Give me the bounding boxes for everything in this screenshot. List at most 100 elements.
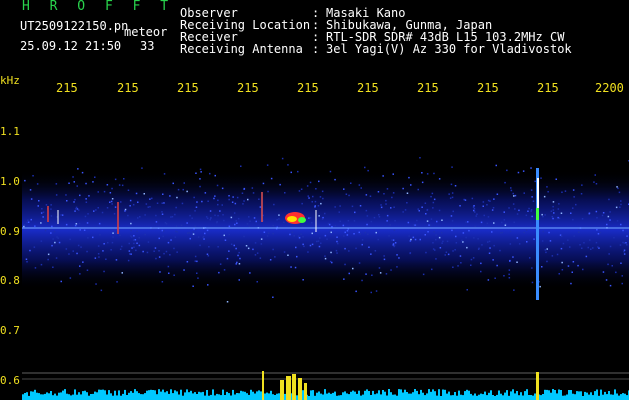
- strip-bar: [624, 393, 626, 400]
- noise-pixel: [378, 214, 380, 216]
- noise-pixel: [552, 217, 554, 220]
- noise-pixel: [228, 225, 231, 228]
- noise-pixel: [572, 207, 574, 209]
- noise-pixel: [34, 267, 37, 269]
- noise-pixel: [499, 249, 501, 252]
- noise-pixel: [283, 251, 286, 253]
- strip-bar: [192, 393, 194, 400]
- noise-pixel: [144, 214, 146, 216]
- noise-pixel: [32, 175, 34, 177]
- noise-pixel: [177, 188, 180, 191]
- noise-pixel: [194, 228, 197, 231]
- strip-bar: [144, 393, 146, 400]
- noise-pixel: [348, 194, 350, 197]
- noise-pixel: [623, 242, 626, 244]
- noise-pixel: [287, 164, 289, 166]
- noise-pixel: [534, 180, 536, 183]
- strip-peak: [304, 383, 307, 400]
- noise-pixel: [580, 193, 583, 195]
- noise-pixel: [587, 246, 589, 249]
- noise-pixel: [86, 250, 88, 253]
- strip-bar: [252, 391, 254, 400]
- noise-pixel: [321, 190, 324, 193]
- noise-pixel: [311, 232, 313, 235]
- noise-pixel: [68, 182, 70, 184]
- noise-pixel: [553, 212, 555, 214]
- noise-pixel: [431, 268, 433, 271]
- strip-bar: [216, 393, 218, 400]
- noise-pixel: [258, 198, 260, 200]
- meteor-streak: [536, 208, 539, 220]
- noise-pixel: [167, 265, 170, 268]
- strip-bar: [444, 389, 446, 400]
- noise-pixel: [103, 243, 105, 245]
- noise-pixel: [406, 192, 409, 194]
- strip-bar: [108, 390, 110, 400]
- noise-pixel: [97, 253, 100, 255]
- strip-bar: [56, 395, 58, 400]
- strip-peak: [536, 372, 539, 400]
- noise-pixel: [505, 223, 507, 225]
- noise-pixel: [626, 244, 628, 246]
- strip-bar: [440, 396, 442, 400]
- noise-pixel: [620, 223, 622, 226]
- noise-pixel: [472, 206, 475, 208]
- strip-bar: [472, 395, 474, 400]
- strip-bar: [122, 393, 124, 400]
- noise-pixel: [512, 203, 515, 205]
- noise-pixel: [23, 223, 26, 226]
- noise-pixel: [509, 243, 512, 245]
- noise-pixel: [339, 220, 341, 223]
- noise-pixel: [207, 284, 209, 286]
- noise-pixel: [552, 209, 555, 211]
- noise-pixel: [351, 205, 354, 208]
- noise-pixel: [388, 235, 390, 237]
- noise-pixel: [386, 220, 388, 222]
- noise-pixel: [451, 196, 454, 199]
- meteor-head-echo: [287, 216, 297, 222]
- noise-pixel: [625, 242, 627, 244]
- noise-pixel: [306, 185, 309, 187]
- noise-pixel: [509, 230, 512, 233]
- noise-pixel: [453, 228, 455, 231]
- noise-pixel: [239, 257, 241, 260]
- noise-pixel: [266, 235, 269, 237]
- noise-pixel: [474, 225, 476, 228]
- noise-pixel: [452, 250, 454, 252]
- noise-pixel: [473, 205, 475, 207]
- noise-pixel: [199, 168, 202, 171]
- strip-bar: [220, 395, 222, 400]
- strip-bar: [596, 389, 598, 400]
- noise-pixel: [386, 188, 389, 190]
- noise-pixel: [581, 184, 583, 186]
- noise-pixel: [336, 236, 338, 238]
- noise-pixel: [417, 208, 419, 210]
- noise-pixel: [462, 232, 465, 234]
- noise-pixel: [335, 249, 338, 252]
- noise-pixel: [236, 261, 238, 264]
- noise-pixel: [242, 203, 244, 205]
- noise-pixel: [344, 263, 346, 266]
- noise-pixel: [209, 210, 212, 212]
- noise-pixel: [466, 289, 468, 291]
- strip-bar: [272, 394, 274, 400]
- strip-bar: [124, 389, 126, 400]
- noise-pixel: [180, 224, 183, 227]
- strip-bar: [342, 392, 344, 400]
- noise-pixel: [365, 273, 367, 275]
- noise-pixel: [531, 215, 533, 218]
- strip-bar: [30, 391, 32, 400]
- noise-pixel: [82, 261, 84, 263]
- noise-pixel: [50, 232, 52, 234]
- signal-strength-canvas: [22, 371, 629, 400]
- noise-pixel: [364, 166, 366, 169]
- noise-pixel: [302, 279, 304, 281]
- noise-pixel: [27, 221, 30, 223]
- x-tick-label: 215: [56, 81, 78, 95]
- noise-pixel: [221, 204, 223, 206]
- noise-pixel: [175, 206, 177, 209]
- noise-pixel: [558, 217, 561, 219]
- noise-pixel: [169, 195, 171, 197]
- noise-pixel: [567, 265, 570, 267]
- x-tick-label: 2200: [595, 81, 624, 95]
